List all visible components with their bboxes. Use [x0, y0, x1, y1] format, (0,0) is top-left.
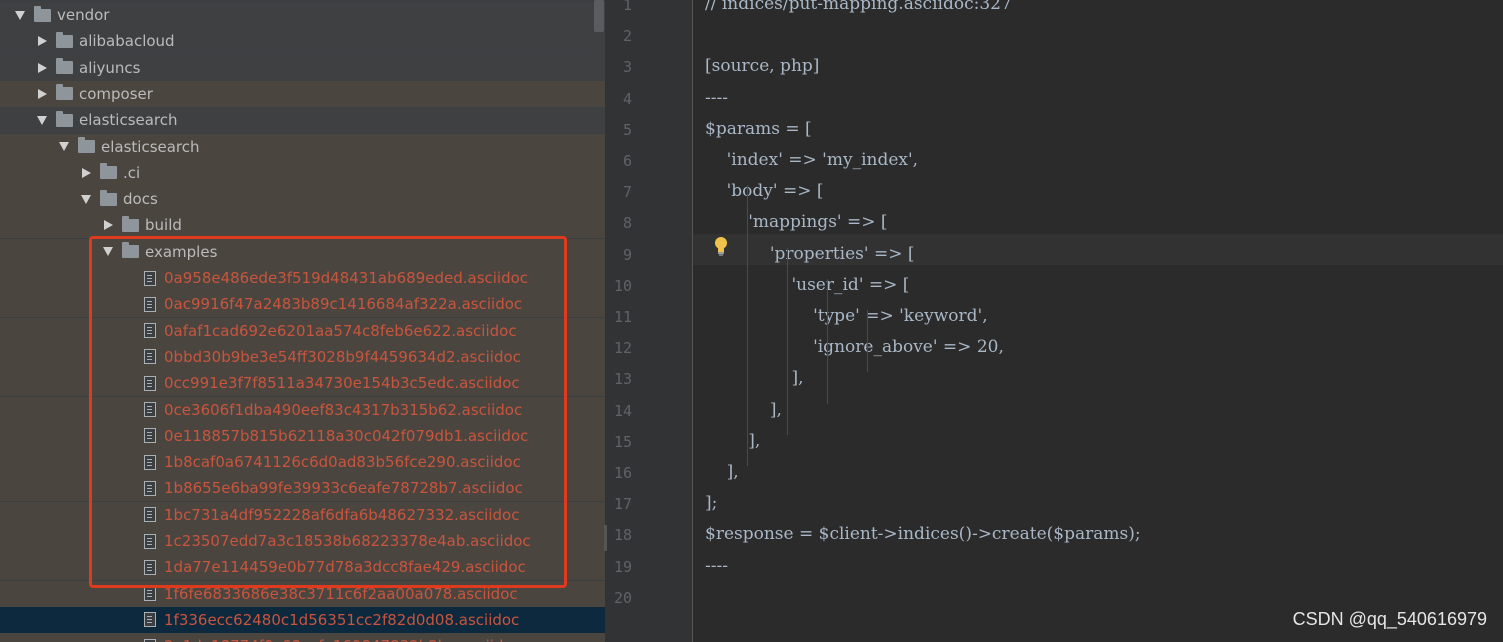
line-number: 10 [613, 276, 632, 295]
tree-folder-composer[interactable]: composer [0, 80, 606, 107]
gutter-separator [692, 0, 693, 642]
code-line[interactable]: ---- [705, 556, 728, 576]
tree-folder-elasticsearch[interactable]: elasticsearch [0, 133, 606, 160]
chevron-right-icon[interactable] [34, 33, 50, 49]
line-number: 4 [622, 89, 632, 108]
tree-item-label: elasticsearch [101, 137, 200, 156]
lightbulb-icon[interactable] [713, 236, 729, 258]
code-line[interactable]: 'properties' => [ [705, 244, 915, 264]
line-number: 7 [622, 183, 632, 202]
line-number: 11 [613, 308, 632, 326]
code-line[interactable]: 'index' => 'my_index', [705, 150, 918, 170]
tree-folder-ci[interactable]: .ci [0, 159, 606, 186]
indent-guide [787, 247, 788, 435]
folder-icon [100, 189, 117, 206]
line-number: 8 [622, 214, 632, 233]
tree-item-label: 2a1de18774f9c68cafa169847832b2bc.asciido… [164, 637, 521, 642]
code-line[interactable]: ], [705, 462, 739, 482]
code-line[interactable]: 'user_id' => [ [705, 275, 909, 295]
line-number: 17 [613, 495, 632, 514]
tree-item-label: elasticsearch [79, 111, 178, 130]
line-number: 2 [622, 27, 632, 46]
file-icon [144, 612, 156, 628]
file-icon [144, 586, 156, 602]
chevron-right-icon[interactable] [78, 165, 94, 181]
tree-item-label: docs [123, 190, 158, 209]
folder-icon [100, 163, 117, 180]
chevron-right-icon[interactable] [100, 217, 116, 233]
code-line[interactable]: ], [705, 431, 760, 451]
folder-icon [56, 31, 73, 48]
tree-item-label: .ci [123, 163, 141, 182]
indent-guide [747, 185, 748, 466]
code-line[interactable]: $params = [ [705, 119, 812, 139]
annotation-highlight-box [89, 236, 567, 588]
folder-icon [56, 58, 73, 75]
tree-scrollbar[interactable] [594, 0, 604, 32]
chevron-down-icon[interactable] [12, 7, 28, 23]
tree-item-label: build [145, 216, 182, 235]
line-number: 19 [613, 557, 632, 576]
line-number: 15 [613, 432, 632, 451]
code-line[interactable]: $response = $client->indices()->create($… [705, 524, 1141, 544]
watermark: CSDN @qq_540616979 [1292, 609, 1487, 629]
folder-icon [122, 215, 139, 232]
code-line[interactable]: ], [705, 368, 803, 388]
tree-folder-alibabacloud[interactable]: alibabacloud [0, 28, 606, 55]
chevron-right-icon[interactable] [34, 86, 50, 102]
tree-item-label: composer [79, 84, 153, 103]
tree-file-item[interactable]: 1f336ecc62480c1d56351cc2f82d0d08.asciido… [0, 606, 606, 633]
tree-file-item[interactable]: 2a1de18774f9c68cafa169847832b2bc.asciido… [0, 633, 606, 642]
code-line[interactable]: ---- [705, 88, 728, 108]
chevron-down-icon[interactable] [56, 139, 72, 155]
tree-item-label: alibabacloud [79, 32, 175, 51]
tree-folder-build[interactable]: build [0, 212, 606, 239]
tree-folder-docs[interactable]: docs [0, 186, 606, 213]
line-number: 1 [622, 0, 632, 14]
code-line[interactable]: ], [705, 400, 782, 420]
code-line[interactable]: 'mappings' => [ [705, 212, 887, 232]
code-line[interactable]: // indices/put-mapping.asciidoc:327 [705, 0, 1012, 14]
line-number: 6 [622, 152, 632, 170]
folder-icon [56, 110, 73, 127]
folder-icon [34, 5, 51, 22]
line-number: 14 [613, 401, 632, 420]
code-line[interactable]: 'body' => [ [705, 181, 824, 201]
tree-folder-elasticsearch[interactable]: elasticsearch [0, 107, 606, 134]
line-number: 20 [613, 588, 632, 607]
line-number: 16 [613, 464, 632, 482]
folder-icon [78, 137, 95, 153]
indent-guide [867, 310, 868, 373]
folder-icon [56, 84, 73, 101]
tree-folder-vendor[interactable]: vendor [0, 2, 606, 28]
chevron-down-icon[interactable] [34, 112, 50, 128]
line-number: 18 [613, 526, 632, 545]
line-number: 13 [613, 370, 632, 389]
indent-guide [827, 278, 828, 404]
line-number: 3 [622, 58, 632, 77]
code-line[interactable]: [source, php] [705, 56, 819, 76]
tree-item-label: aliyuncs [79, 58, 141, 77]
chevron-right-icon[interactable] [34, 60, 50, 76]
tree-folder-aliyuncs[interactable]: aliyuncs [0, 54, 606, 81]
chevron-down-icon[interactable] [78, 191, 94, 207]
line-number: 12 [613, 339, 632, 358]
code-line[interactable]: 'ignore_above' => 20, [705, 337, 1004, 357]
line-number: 5 [622, 120, 632, 139]
tree-item-label: 1f336ecc62480c1d56351cc2f82d0d08.asciido… [164, 610, 520, 629]
code-line[interactable]: ]; [705, 493, 717, 513]
tree-item-label: vendor [57, 6, 110, 24]
line-number: 9 [622, 245, 632, 264]
